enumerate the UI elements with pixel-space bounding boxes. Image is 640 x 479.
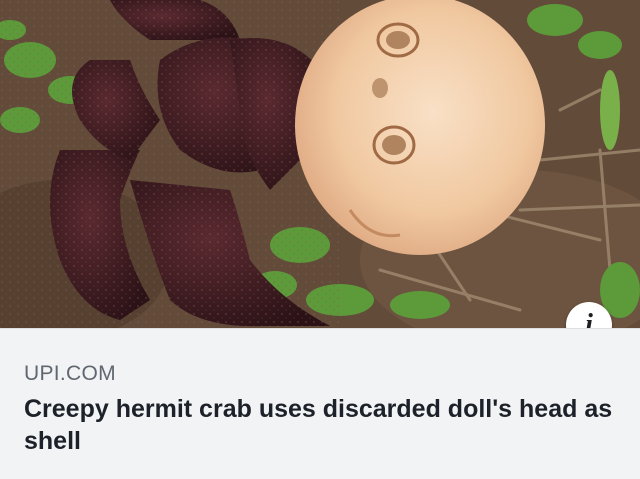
article-image[interactable] <box>0 0 640 328</box>
link-preview-card[interactable]: i UPI.COM Creepy hermit crab uses discar… <box>0 0 640 479</box>
link-preview-meta[interactable]: UPI.COM Creepy hermit crab uses discarde… <box>0 328 640 479</box>
source-domain: UPI.COM <box>24 362 116 385</box>
article-headline[interactable]: Creepy hermit crab uses discarded doll's… <box>24 393 614 457</box>
